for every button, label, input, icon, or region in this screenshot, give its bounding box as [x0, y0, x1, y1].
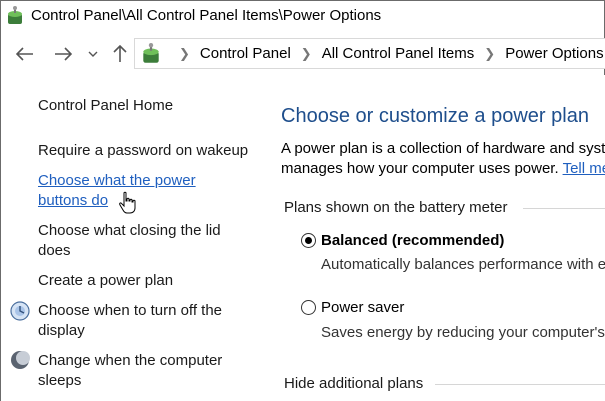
breadcrumb: ❯ Control Panel ❯ All Control Panel Item…	[169, 45, 604, 62]
chevron-down-icon	[88, 51, 98, 57]
link-line: Change when the computer	[38, 352, 223, 369]
group-divider	[523, 208, 605, 209]
control-panel-home-link[interactable]: Control Panel Home	[38, 96, 173, 116]
description-text: manages how your computer uses power.	[281, 160, 559, 177]
page-title: Choose or customize a power plan	[281, 105, 589, 127]
hide-additional-plans-label[interactable]: Hide additional plans	[284, 375, 423, 392]
link-line: does	[38, 242, 71, 259]
link-line: Choose when to turn off the	[38, 302, 223, 319]
recent-locations-button[interactable]	[84, 40, 102, 68]
arrow-left-icon	[16, 47, 33, 61]
link-line: display	[38, 322, 85, 339]
link-line: Choose what the power	[38, 172, 196, 189]
balanced-plan-name[interactable]: Balanced (recommended)	[321, 232, 504, 249]
breadcrumb-power-options[interactable]: Power Options	[505, 45, 603, 62]
main-content: Choose or customize a power plan A power…	[253, 75, 605, 401]
chevron-right-icon[interactable]: ❯	[301, 46, 312, 62]
battery-plans-group-label: Plans shown on the battery meter	[284, 199, 508, 216]
balanced-plan-radio[interactable]	[301, 233, 316, 248]
breadcrumb-control-panel[interactable]: Control Panel	[200, 45, 291, 62]
require-password-link[interactable]: Require a password on wakeup	[38, 141, 248, 161]
closing-lid-link[interactable]: Choose what closing the lid does	[38, 221, 221, 261]
forward-button[interactable]	[49, 40, 77, 68]
create-power-plan-link[interactable]: Create a power plan	[38, 271, 173, 291]
balanced-plan-description: Automatically balances performance with …	[321, 256, 605, 273]
description-line-2: manages how your computer uses power. Te…	[281, 160, 605, 177]
description-line: A power plan is a collection of hardware…	[281, 140, 605, 157]
navigation-bar: ❯ Control Panel ❯ All Control Panel Item…	[1, 34, 605, 74]
breadcrumb-all-items[interactable]: All Control Panel Items	[322, 45, 475, 62]
hand-cursor-icon	[119, 191, 136, 214]
window-title: Control Panel\All Control Panel Items\Po…	[31, 7, 382, 24]
power-buttons-link[interactable]: Choose what the power buttons do	[38, 171, 196, 211]
link-line: Choose what closing the lid	[38, 222, 221, 239]
arrow-right-icon	[55, 47, 72, 61]
computer-sleeps-link[interactable]: Change when the computer sleeps	[38, 351, 222, 391]
control-panel-icon	[8, 6, 22, 24]
sidebar: Control Panel Home Require a password on…	[1, 75, 253, 401]
arrow-up-icon	[113, 45, 127, 62]
back-button[interactable]	[11, 40, 39, 68]
up-button[interactable]	[108, 40, 132, 68]
address-bar[interactable]: ❯ Control Panel ❯ All Control Panel Item…	[134, 38, 605, 69]
power-saver-plan-radio[interactable]	[301, 300, 316, 315]
power-saver-plan-name[interactable]: Power saver	[321, 299, 404, 316]
title-bar: Control Panel\All Control Panel Items\Po…	[1, 1, 604, 33]
chevron-right-icon[interactable]: ❯	[484, 46, 495, 62]
moon-icon	[11, 351, 30, 369]
link-line: sleeps	[38, 372, 82, 389]
control-panel-icon	[143, 43, 159, 63]
chevron-right-icon[interactable]: ❯	[179, 46, 190, 62]
tell-me-link[interactable]: Tell me	[563, 160, 605, 177]
link-line: buttons do	[38, 192, 109, 209]
group-divider	[435, 384, 605, 385]
turn-off-display-link[interactable]: Choose when to turn off the display	[38, 301, 222, 341]
power-saver-plan-description: Saves energy by reducing your computer's	[321, 324, 605, 341]
display-icon	[10, 301, 30, 321]
